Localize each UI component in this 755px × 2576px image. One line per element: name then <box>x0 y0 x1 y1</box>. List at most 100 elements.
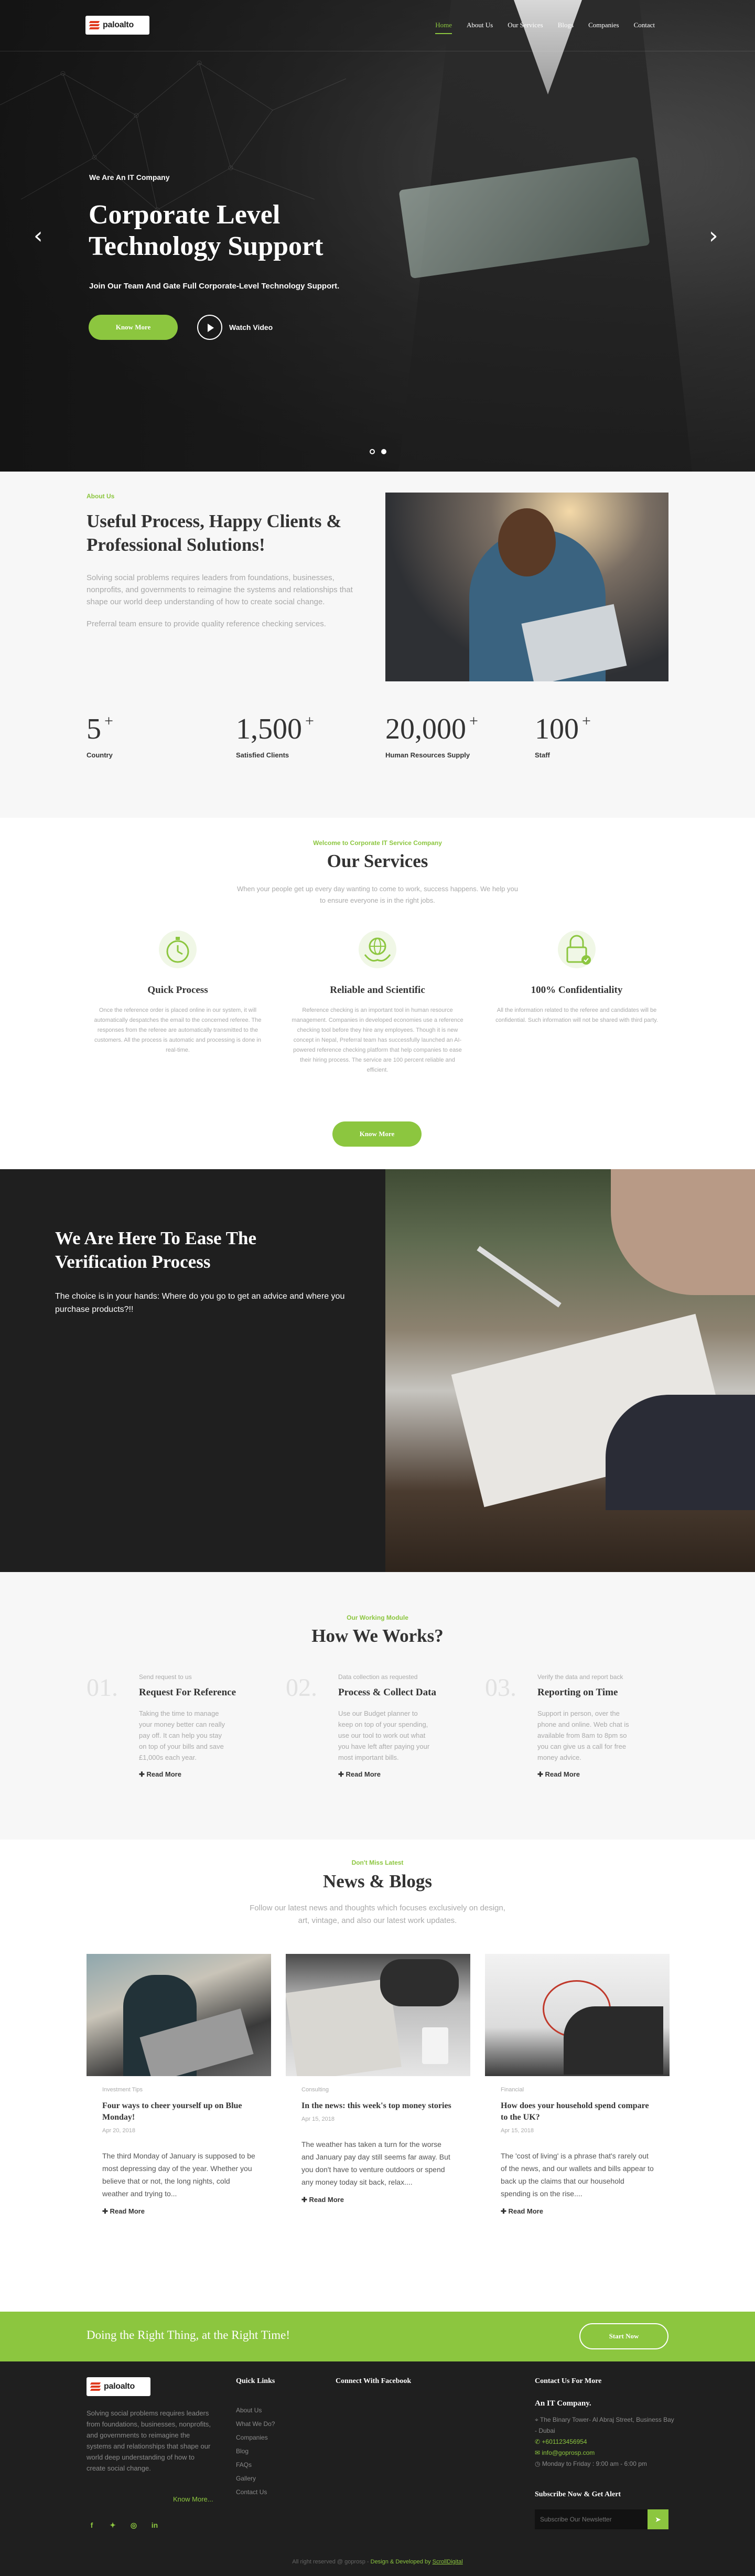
developer-link[interactable]: ScrollDigital <box>433 2559 463 2565</box>
slider-dot-active[interactable] <box>381 449 386 454</box>
service-card-reliable: Reliable and Scientific Reference checki… <box>291 928 464 1075</box>
about-title: Useful Process, Happy Clients & Professi… <box>87 511 342 555</box>
mail-icon: ✉ <box>535 2449 542 2456</box>
nav-companies[interactable]: Companies <box>588 21 619 29</box>
nav-our-services[interactable]: Our Services <box>508 21 543 29</box>
logo[interactable]: paloalto <box>85 16 149 35</box>
services-description: When your people get up every day wantin… <box>0 883 755 906</box>
send-icon[interactable]: ➤ <box>648 2509 668 2529</box>
blog-category: Financial <box>501 2087 524 2093</box>
phone-link[interactable]: ✆ +601123456954 <box>535 2436 676 2447</box>
services-know-more-button[interactable]: Know More <box>332 1121 422 1147</box>
stat-value: 5 <box>87 713 101 745</box>
footer-link[interactable]: Contact Us <box>236 2485 275 2499</box>
site-footer: paloalto Solving social problems require… <box>0 2361 755 2576</box>
blog-title[interactable]: Four ways to cheer yourself up on Blue M… <box>102 2100 255 2123</box>
blog-image[interactable] <box>87 1954 271 2076</box>
news-eyebrow: Don't Miss Latest <box>351 1859 404 1866</box>
news-description-line: Follow our latest news and thoughts whic… <box>250 1904 505 1912</box>
stopwatch-icon <box>159 931 197 968</box>
linkedin-icon[interactable]: in <box>148 2519 161 2531</box>
hero-know-more-button[interactable]: Know More <box>89 315 178 340</box>
address-text: The Binary Tower- Al Abraj Street, Busin… <box>535 2416 674 2434</box>
hours: ◷ Monday to Friday : 9:00 am - 6:00 pm <box>535 2459 676 2470</box>
footer-link[interactable]: Blog <box>236 2444 275 2458</box>
about-paragraph: Solving social problems requires leaders… <box>87 573 353 606</box>
hero-slider: We Are An IT Company Corporate Level Tec… <box>0 0 755 472</box>
blog-card[interactable]: Financial How does your household spend … <box>485 1954 670 2216</box>
read-more-link[interactable]: ✚ Read More <box>301 2196 455 2204</box>
about-paragraph-2: Preferral team ensure to provide quality… <box>87 619 326 628</box>
service-title: 100% Confidentiality <box>531 985 623 996</box>
play-icon[interactable] <box>197 315 222 340</box>
logo-text: paloalto <box>103 20 134 29</box>
contact-info: An IT Company. ⌖ The Binary Tower- Al Ab… <box>535 2398 676 2470</box>
stat-plus: + <box>104 712 113 730</box>
facebook-icon[interactable]: f <box>85 2519 98 2531</box>
step-text: Use our Budget planner to keep on top of… <box>338 1709 430 1761</box>
slider-dots <box>370 449 386 454</box>
copyright: All right reserved @ goprosp - Design & … <box>0 2559 755 2565</box>
step-text: Taking the time to manage your money bet… <box>139 1709 225 1761</box>
blog-title[interactable]: In the news: this week's top money stori… <box>301 2100 455 2112</box>
read-more-label: Read More <box>545 1770 580 1778</box>
footer-link[interactable]: Companies <box>236 2431 275 2444</box>
footer-link[interactable]: Gallery <box>236 2472 275 2485</box>
instagram-icon[interactable]: ◎ <box>127 2519 140 2531</box>
blog-image[interactable] <box>485 1954 670 2076</box>
footer-know-more-link[interactable]: Know More... <box>173 2495 213 2503</box>
footer-link[interactable]: What We Do? <box>236 2417 275 2431</box>
services-title: Our Services <box>327 851 428 871</box>
read-more-link[interactable]: ✚ Read More <box>139 1770 181 1779</box>
cta-banner: Doing the Right Thing, at the Right Time… <box>0 2312 755 2361</box>
service-text: Once the reference order is placed onlin… <box>94 1007 262 1053</box>
blog-title[interactable]: How does your household spend compare to… <box>501 2100 654 2123</box>
nav-about-us[interactable]: About Us <box>467 21 493 29</box>
slider-dot[interactable] <box>370 449 375 454</box>
twitter-icon[interactable]: ✦ <box>106 2519 119 2531</box>
nav-blogs[interactable]: Blogs <box>558 21 574 29</box>
stat-label: Country <box>87 751 113 759</box>
stat-clients: 1,500 + Satisfied Clients <box>236 712 314 759</box>
nav-home[interactable]: Home <box>435 21 452 34</box>
start-now-button[interactable]: Start Now <box>579 2323 668 2349</box>
stat-hr-supply: 20,000 + Human Resources Supply <box>385 712 478 759</box>
footer-logo[interactable]: paloalto <box>87 2377 150 2396</box>
email-link[interactable]: ✉ info@goprosp.com <box>535 2447 676 2459</box>
quick-links-title: Quick Links <box>236 2377 275 2385</box>
map-pin-icon: ⌖ <box>535 2416 540 2423</box>
hero-subtitle: Join Our Team And Gate Full Corporate-Le… <box>89 282 340 291</box>
footer-link[interactable]: FAQs <box>236 2458 275 2472</box>
read-more-link[interactable]: ✚ Read More <box>537 1770 580 1779</box>
watch-video-link[interactable]: Watch Video <box>229 323 273 332</box>
service-card-quick-process: Quick Process Once the reference order i… <box>91 928 264 1055</box>
copyright-text: All right reserved @ goprosp - <box>292 2559 371 2565</box>
site-header: paloalto Home About Us Our Services Blog… <box>0 0 755 51</box>
newsletter-input[interactable] <box>535 2509 648 2529</box>
services-eyebrow: Welcome to Corporate IT Service Company <box>313 839 442 847</box>
blog-date: Apr 20, 2018 <box>102 2128 135 2134</box>
footer-link[interactable]: About Us <box>236 2403 275 2417</box>
read-more-link[interactable]: ✚ Read More <box>338 1770 381 1779</box>
nav-contact[interactable]: Contact <box>634 21 655 29</box>
about-eyebrow: About Us <box>87 493 115 500</box>
read-more-link[interactable]: ✚ Read More <box>501 2207 654 2216</box>
chevron-left-icon[interactable]: ‹ <box>34 225 43 248</box>
service-text: Reference checking is an important tool … <box>292 1007 463 1073</box>
services-description-line: When your people get up every day wantin… <box>237 885 518 893</box>
logo-icon <box>89 19 100 31</box>
stat-country: 5 + Country <box>87 712 113 759</box>
step-title: Request For Reference <box>139 1687 236 1698</box>
how-title: How We Works? <box>311 1626 444 1646</box>
service-title: Reliable and Scientific <box>330 985 425 996</box>
blog-card[interactable]: Investment Tips Four ways to cheer yours… <box>87 1954 271 2216</box>
read-more-label: Read More <box>309 2196 344 2204</box>
blog-image[interactable] <box>286 1954 470 2076</box>
address: ⌖ The Binary Tower- Al Abraj Street, Bus… <box>535 2414 676 2436</box>
blog-card[interactable]: Consulting In the news: this week's top … <box>286 1954 470 2204</box>
about-section: About Us Useful Process, Happy Clients &… <box>0 472 755 818</box>
service-title: Quick Process <box>147 985 208 996</box>
read-more-link[interactable]: ✚ Read More <box>102 2207 255 2216</box>
company-name: An IT Company. <box>535 2399 591 2408</box>
chevron-right-icon[interactable]: › <box>709 225 718 248</box>
